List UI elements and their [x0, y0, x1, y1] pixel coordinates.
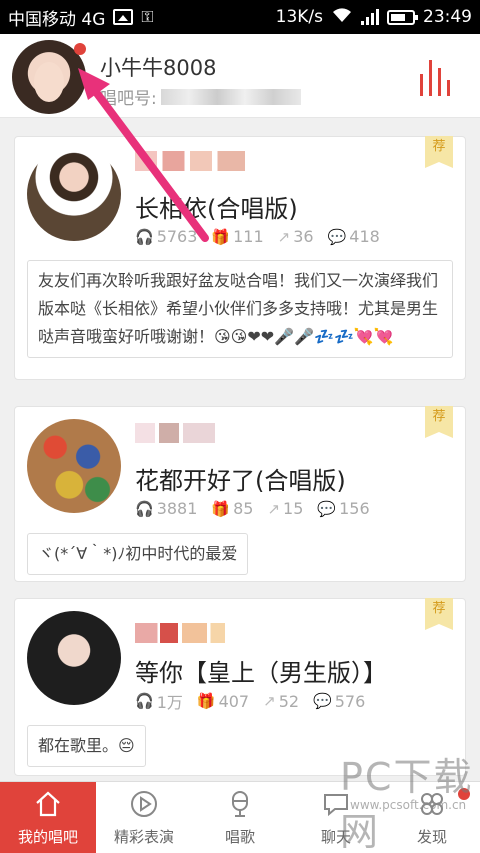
user-id-row: 唱吧号:: [100, 84, 301, 109]
tab-label: 唱歌: [224, 828, 255, 846]
recommend-badge: 荐: [425, 136, 453, 168]
status-bar: 中国移动 4G ⚿ 13K/s 23:49: [0, 0, 480, 34]
gift-icon: 🎁: [211, 227, 231, 246]
tab-performances[interactable]: 精彩表演: [96, 782, 192, 853]
comment-bubble: ヾ(*´∀｀*)ﾉ初中时代的最爱: [27, 533, 249, 575]
singer-name-blurred: [135, 623, 225, 643]
tab-sing[interactable]: 唱歌: [192, 782, 288, 853]
listen-count: 🎧 3881: [135, 499, 198, 518]
singer-name-blurred: [135, 423, 215, 443]
share-icon: ↗: [263, 692, 276, 710]
watermark-url: www.pcsoft.com.cn: [350, 798, 467, 812]
tab-label: 精彩表演: [113, 828, 174, 846]
singer-avatar[interactable]: [27, 419, 121, 513]
listen-count: 🎧 5763: [135, 227, 198, 246]
share-icon: ↗: [267, 499, 281, 518]
headphones-icon: 🎧: [135, 227, 154, 246]
wifi-icon: [331, 7, 353, 27]
headphones-icon: 🎧: [135, 499, 154, 518]
image-notification-icon: [113, 9, 134, 25]
tab-label: 我的唱吧: [17, 828, 78, 846]
tab-my-changba[interactable]: 我的唱吧: [0, 782, 96, 853]
comment-icon: 💬: [313, 692, 332, 710]
singer-name-blurred: [135, 151, 245, 171]
play-icon: [128, 788, 160, 820]
comment-icon: 💬: [317, 499, 337, 518]
carrier-label: 中国移动 4G: [8, 9, 106, 30]
home-icon: [32, 788, 64, 820]
song-title[interactable]: 等你【皇上（男生版）】: [135, 653, 387, 688]
username: 小牛牛8008: [100, 56, 217, 80]
notification-dot: [74, 43, 86, 55]
song-title[interactable]: 长相依(合唱版): [135, 189, 298, 224]
user-id-label: 唱吧号:: [100, 89, 157, 109]
listen-count: 🎧 1万: [135, 692, 183, 712]
gift-count: 🎁 85: [211, 499, 254, 518]
headphones-icon: 🎧: [135, 692, 154, 710]
comment-count: 💬 576: [313, 691, 366, 711]
recommend-badge: 荐: [425, 406, 453, 438]
share-count: ↗ 15: [267, 499, 304, 518]
comment-bubble: 友友们再次聆听我跟好盆友哒合唱！我们又一次演绎我们版本哒《长相依》希望小伙伴们多…: [27, 260, 453, 358]
stats-row: 🎧 3881 🎁 85 ↗ 15 💬 156: [135, 499, 370, 518]
comment-bubble: 都在歌里。😔: [27, 725, 146, 767]
microphone-icon: [224, 788, 256, 820]
song-title[interactable]: 花都开好了(合唱版): [135, 461, 346, 496]
key-icon: ⚿: [141, 7, 154, 26]
feed-card[interactable]: 荐 花都开好了(合唱版) 🎧 3881 🎁 85 ↗ 15 💬 156 ヾ(*´∀｀*)…: [14, 406, 466, 582]
singer-avatar[interactable]: [27, 147, 121, 241]
battery-icon: [387, 9, 418, 25]
clock: 23:49: [423, 7, 472, 27]
network-speed: 13K/s: [275, 7, 323, 27]
comment-icon: 💬: [327, 227, 347, 246]
profile-header: 小牛牛8008 唱吧号:: [0, 34, 480, 118]
signal-icon: [361, 9, 379, 25]
stats-row: 🎧 1万 🎁 407 ↗ 52 💬 576: [135, 689, 365, 713]
singer-avatar[interactable]: [27, 611, 121, 705]
share-count: ↗ 52: [263, 691, 300, 711]
recommend-badge: 荐: [425, 598, 453, 630]
gift-icon: 🎁: [211, 499, 231, 518]
comment-count: 💬 418: [327, 227, 380, 246]
stats-row: 🎧 5763 🎁 111 ↗ 36 💬 418: [135, 227, 380, 246]
comment-count: 💬 156: [317, 499, 370, 518]
user-id-blurred: [160, 88, 301, 105]
gift-count: 🎁 407: [196, 691, 250, 711]
bar-chart-icon[interactable]: [420, 58, 458, 96]
share-icon: ↗: [277, 227, 291, 246]
gift-count: 🎁 111: [211, 227, 264, 246]
feed-card[interactable]: 荐 长相依(合唱版) 🎧 5763 🎁 111 ↗ 36 💬 418 友友们再次聆听我跟…: [14, 136, 466, 380]
gift-icon: 🎁: [196, 692, 216, 710]
share-count: ↗ 36: [277, 227, 314, 246]
